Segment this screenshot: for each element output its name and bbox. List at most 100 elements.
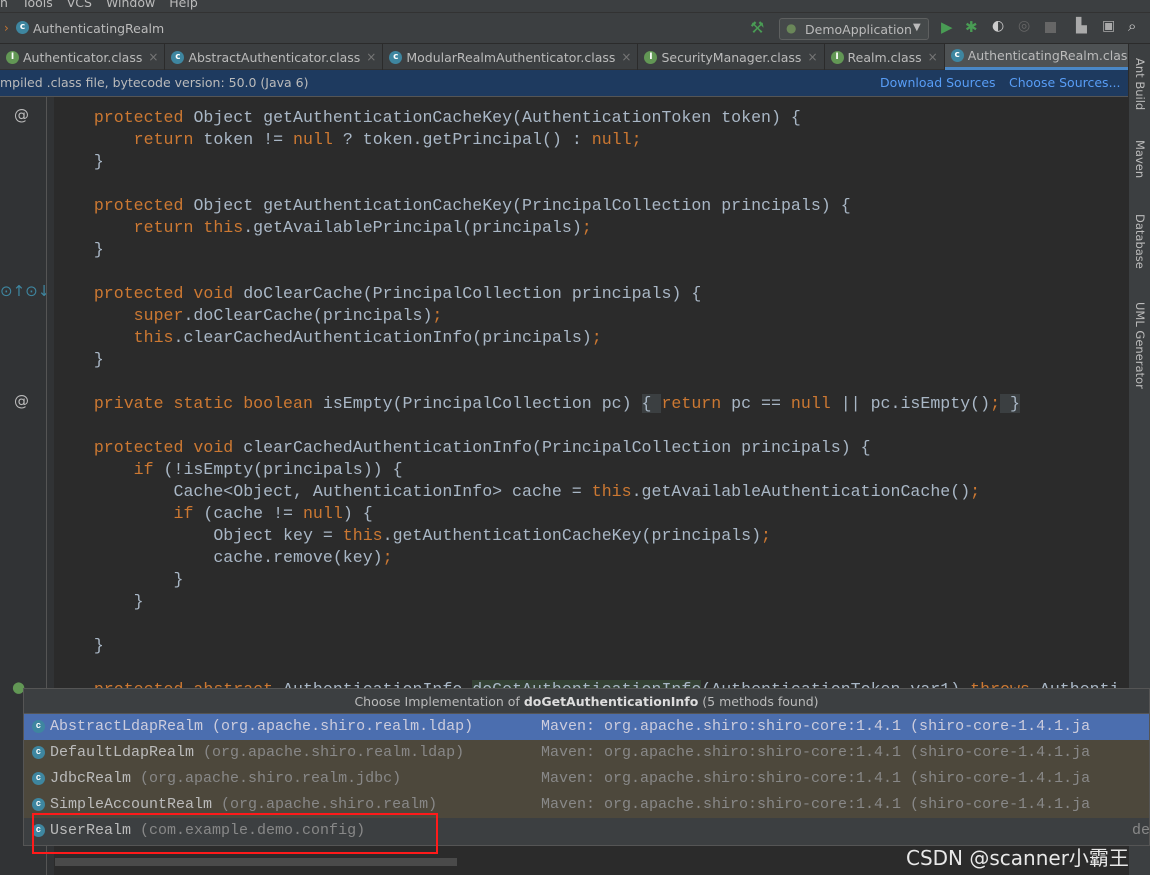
item-package: (org.apache.shiro.realm.jdbc) (140, 770, 402, 787)
code-token: pc == (731, 394, 791, 413)
tab-authenticating-realm[interactable]: cAuthenticatingRealm.class× (944, 44, 1150, 70)
code-line: } (54, 591, 1120, 613)
search-icon[interactable]: ⌕ (1128, 17, 1136, 35)
tab-label: SecurityManager.class (661, 49, 802, 65)
class-icon: c (16, 21, 29, 34)
overrides-method-icon[interactable]: ⊙↑⊙↓ (0, 282, 50, 300)
code-token: if (173, 504, 204, 523)
interface-icon: I (644, 50, 658, 64)
implementation-item[interactable]: c AbstractLdapRealm (org.apache.shiro.rea… (24, 714, 1149, 740)
code-token: super (133, 306, 184, 325)
code-line: protected void clearCachedAuthentication… (54, 437, 1120, 459)
code-token: null (293, 130, 333, 149)
code-token: ? token.getPrincipal() : (332, 130, 592, 149)
code-token: ; (581, 218, 592, 237)
code-token: clearCachedAuthenticationInfo(PrincipalC… (243, 438, 871, 457)
class-icon: c (389, 50, 403, 64)
code-token: if (133, 460, 164, 479)
tool-window-maven[interactable]: Maven (1133, 140, 1147, 178)
code-token: ; (990, 394, 1001, 413)
code-line: this.clearCachedAuthenticationInfo(princ… (54, 327, 1120, 349)
code-line: protected Object getAuthenticationCacheK… (54, 107, 1120, 129)
code-token: cache.remove(key) (54, 548, 383, 567)
decompiled-banner: mpiled .class file, bytecode version: 50… (0, 70, 1128, 97)
close-icon[interactable]: × (148, 50, 158, 64)
annotation-at-icon[interactable]: @ (14, 392, 29, 410)
tool-window-database[interactable]: Database (1133, 214, 1147, 269)
code-token: Object getAuthenticationCacheKey(Princip… (193, 196, 851, 215)
code-token: ; (631, 130, 642, 149)
tab-security-manager[interactable]: I SecurityManager.class × (638, 44, 825, 70)
profile-icon[interactable]: ◎ (1018, 18, 1030, 34)
code-token: protected void (93, 284, 244, 303)
coverage-icon[interactable]: ◐ (992, 18, 1004, 34)
class-icon: c (32, 720, 45, 733)
implementation-item[interactable]: c JdbcRealm (org.apache.shiro.realm.jdbc)… (24, 766, 1149, 792)
implementation-item[interactable]: c DefaultLdapRealm (org.apache.shiro.real… (24, 740, 1149, 766)
close-icon[interactable]: × (366, 50, 376, 64)
tab-realm[interactable]: I Realm.class × (825, 44, 945, 70)
tool-window-uml-generator[interactable]: UML Generator (1133, 302, 1147, 389)
code-token: this (342, 526, 383, 545)
terminal-window-icon[interactable]: ▣ (1102, 18, 1115, 34)
menu-item-navigate[interactable]: n (0, 0, 8, 10)
tab-authenticator[interactable]: I Authenticator.class × (0, 44, 166, 70)
tab-modular-realm-authenticator[interactable]: c ModularRealmAuthenticator.class × (383, 44, 639, 70)
item-name: AbstractLdapRealm (50, 718, 204, 735)
class-icon: c (32, 772, 45, 785)
code-token: Object key = (54, 526, 343, 545)
build-hammer-icon[interactable]: ⚒ (750, 18, 764, 37)
tab-label: ModularRealmAuthenticator.class (406, 49, 616, 65)
code-token: Object getAuthenticationCacheKey(Authent… (193, 108, 801, 127)
tab-abstract-authenticator[interactable]: c AbstractAuthenticator.class × (165, 44, 384, 70)
tab-label: AuthenticatingRealm.class (967, 48, 1134, 63)
code-token: token != (203, 130, 294, 149)
debug-icon[interactable]: ✱ (965, 18, 978, 36)
code-token: (!isEmpty(principals)) { (163, 460, 403, 479)
menu-item-window[interactable]: Window (106, 0, 155, 10)
close-icon[interactable]: × (928, 50, 938, 64)
breadcrumb-class[interactable]: AuthenticatingRealm (33, 21, 164, 36)
item-source: Maven: org.apache.shiro:shiro-core:1.4.1… (541, 770, 1091, 787)
item-source: Maven: org.apache.shiro:shiro-core:1.4.1… (541, 796, 1091, 813)
code-token: .getAuthenticationCacheKey(principals) (382, 526, 762, 545)
annotation-at-icon[interactable]: @ (14, 106, 29, 124)
stop-icon[interactable] (1045, 22, 1056, 33)
choose-sources-link[interactable]: Choose Sources... (1009, 75, 1121, 90)
project-structure-icon[interactable]: ▙ (1076, 18, 1087, 34)
code-token: .getAvailableAuthenticationCache() (631, 482, 971, 501)
download-sources-link[interactable]: Download Sources (880, 75, 996, 90)
run-config-select[interactable]: ● DemoApplication ▼ (779, 18, 929, 40)
code-line: protected void doClearCache(PrincipalCol… (54, 283, 1120, 305)
run-icon[interactable]: ▶ (941, 18, 953, 36)
item-source: Maven: org.apache.shiro:shiro-core:1.4.1… (541, 744, 1091, 761)
horizontal-scrollbar[interactable] (55, 858, 457, 866)
menu-item-vcs[interactable]: VCS (67, 0, 92, 10)
class-icon: c (32, 798, 45, 811)
close-icon[interactable]: × (621, 50, 631, 64)
item-source: Maven: org.apache.shiro:shiro-core:1.4.1… (541, 718, 1091, 735)
code-token: return (133, 130, 204, 149)
item-name: DefaultLdapRealm (50, 744, 195, 761)
code-editor[interactable]: protected Object getAuthenticationCacheK… (54, 107, 1120, 701)
code-token: this (591, 482, 632, 501)
close-icon[interactable]: × (807, 50, 817, 64)
menu-item-tools[interactable]: Tools (22, 0, 53, 10)
banner-text: mpiled .class file, bytecode version: 50… (0, 75, 309, 90)
code-token: Cache<Object, AuthenticationInfo> cache … (54, 482, 592, 501)
editor-tabs: I Authenticator.class × c AbstractAuthentic… (0, 44, 1150, 70)
menu-item-help[interactable]: Help (169, 0, 198, 10)
interface-icon: I (830, 50, 844, 64)
tool-window-ant-build[interactable]: Ant Build (1133, 58, 1147, 110)
watermark: CSDN @scanner小霸王 (906, 846, 1129, 870)
